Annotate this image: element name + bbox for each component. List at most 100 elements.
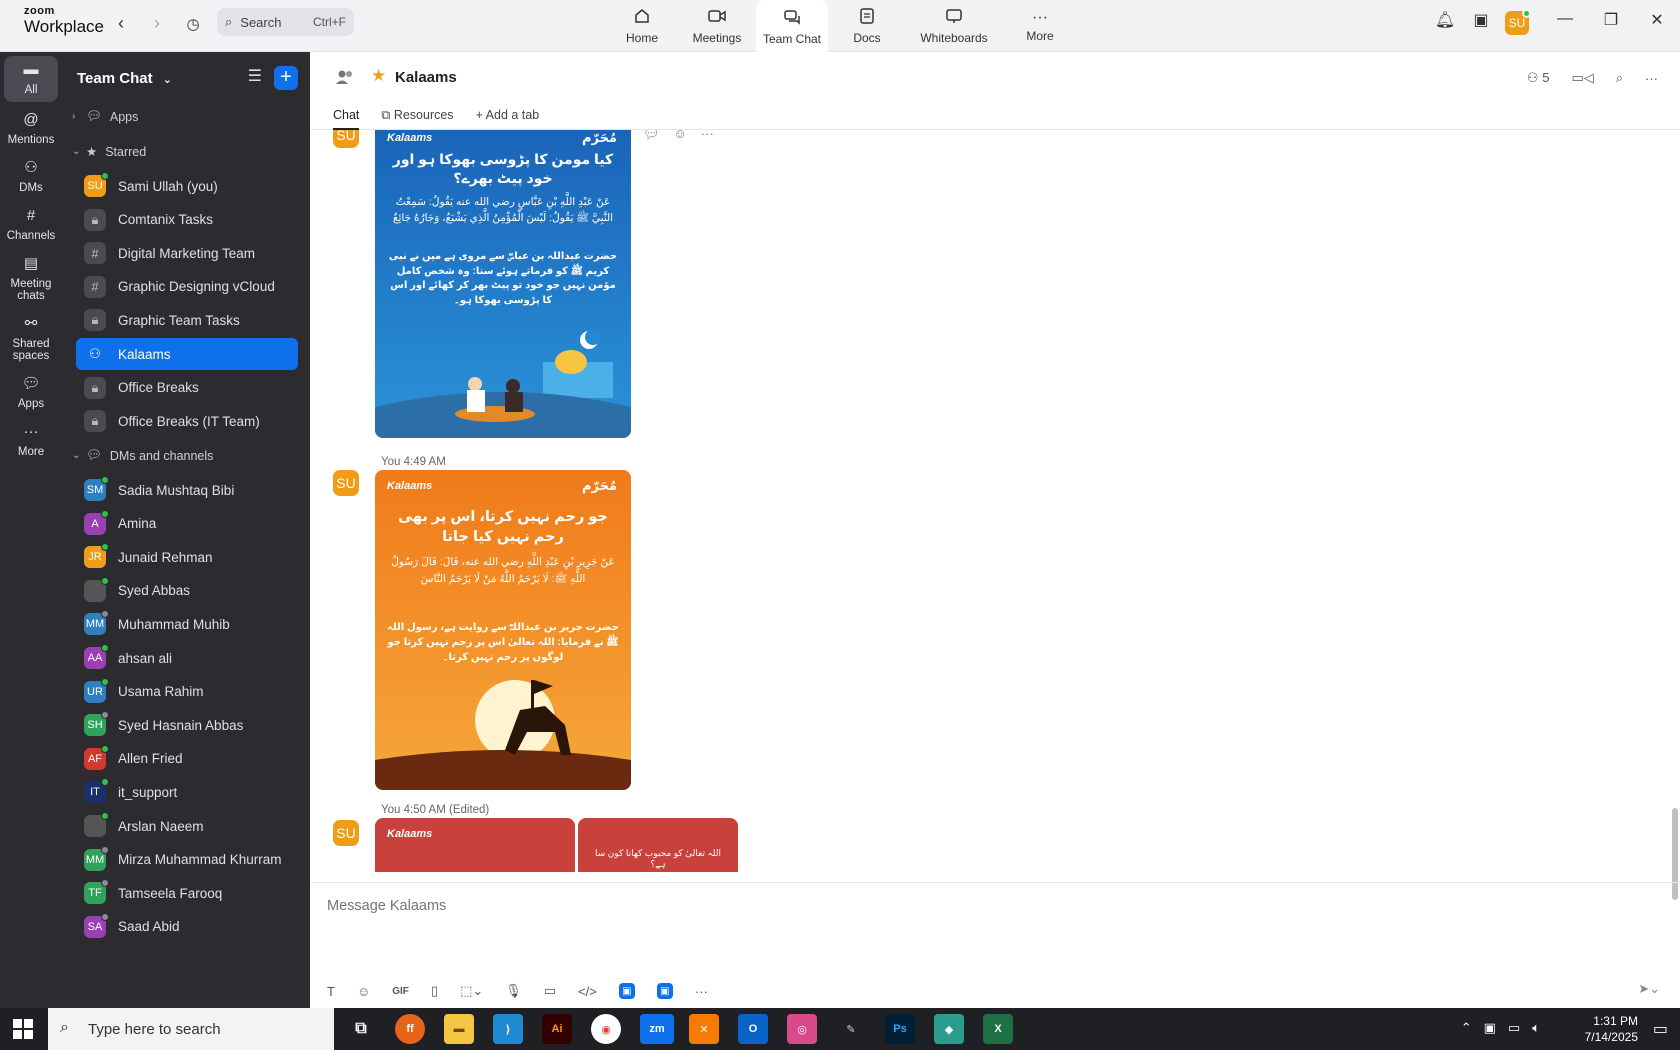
tab-team-chat[interactable]: Team Chat [756, 0, 828, 53]
taskbar-search[interactable]: ⌕ Type here to search [48, 1008, 334, 1050]
more-options-icon[interactable]: ··· [1645, 71, 1658, 86]
starred-item[interactable]: 🔒︎ Office Breaks (IT Team) [76, 405, 298, 437]
dm-item[interactable]: UR Usama Rahim [76, 676, 298, 708]
file-explorer-icon[interactable]: ▬ [444, 1014, 474, 1044]
reply-icon[interactable]: 💬︎ [643, 130, 660, 142]
creative-cloud-icon[interactable]: ◎ [787, 1014, 817, 1044]
user-avatar[interactable]: SU [1505, 9, 1531, 35]
search-icon[interactable]: ⌕ [1616, 70, 1623, 86]
starred-item[interactable]: SU Sami Ullah (you) [76, 170, 298, 202]
back-arrow-icon[interactable]: ‹ [110, 13, 132, 34]
section-starred[interactable]: ⌄ ★ Starred [72, 144, 146, 160]
rail-shared-spaces[interactable]: ⚯ Shared spaces [0, 315, 62, 363]
members-button[interactable]: ⚇ 5 [1527, 70, 1550, 86]
outlook-icon[interactable]: O [738, 1014, 768, 1044]
section-apps[interactable]: › 💬︎ Apps [72, 109, 138, 124]
zoom-icon[interactable]: zm [640, 1014, 674, 1044]
tab-meetings[interactable]: Meetings [688, 0, 746, 52]
dm-item[interactable]: MM Muhammad Muhib [76, 608, 298, 640]
minimize-icon[interactable]: — [1550, 10, 1580, 28]
excel-icon[interactable]: X [983, 1014, 1013, 1044]
rail-channels[interactable]: # Channels [0, 207, 62, 242]
taskbar-clock[interactable]: 1:31 PM 7/14/2025 [1585, 1013, 1638, 1045]
firefox-icon[interactable]: ff [395, 1014, 425, 1044]
tab-docs[interactable]: Docs [848, 0, 886, 52]
rail-meeting-chats[interactable]: ▤ Meeting chats [0, 255, 62, 303]
task-view-icon[interactable]: ⧉ [346, 1014, 376, 1044]
tray-icon[interactable]: ▣ [1484, 1020, 1496, 1036]
dm-item[interactable]: TF Tamseela Farooq [76, 877, 298, 909]
filter-icon[interactable]: ☰ [248, 66, 262, 90]
windows-start-icon[interactable] [13, 1019, 33, 1039]
tab-more[interactable]: ··· More [1020, 0, 1060, 52]
send-button[interactable]: ➤⌄ [1638, 981, 1660, 997]
emoji-icon[interactable]: ☺ [357, 984, 370, 999]
chrome-icon[interactable]: ◉ [591, 1014, 621, 1044]
search-box[interactable]: ⌕ Search Ctrl+F [217, 8, 354, 36]
dm-item[interactable]: MM Mirza Muhammad Khurram [76, 844, 298, 876]
network-icon[interactable]: ▭ [1508, 1020, 1520, 1036]
photoshop-icon[interactable]: Ps [885, 1014, 915, 1044]
screenshot-icon[interactable]: ⬚⌄ [460, 983, 483, 999]
rail-apps[interactable]: 💬︎ Apps [0, 375, 62, 410]
dm-item[interactable]: SM Sadia Mushtaq Bibi [76, 474, 298, 506]
calendar-icon[interactable]: ▣ [1466, 10, 1496, 30]
starred-item[interactable]: 🔒︎ Comtanix Tasks [76, 204, 298, 236]
app-icon[interactable]: ▣ [618, 983, 635, 999]
rail-all[interactable]: ▬ All [4, 56, 58, 103]
image-attachment[interactable]: Kalaams مُحَرّم کیا مومن کا پڑوسی بھوکا … [375, 130, 631, 438]
emoji-reaction-icon[interactable]: ☺ [674, 130, 687, 142]
code-snippet-icon[interactable]: </> [578, 984, 597, 999]
image-attachment[interactable]: Kalaams مُحَرّم جو رحم نہیں کرتا، اس پر … [375, 470, 631, 790]
dm-item[interactable]: Syed Abbas [76, 575, 298, 607]
tab-chat[interactable]: Chat [333, 108, 360, 130]
video-call-icon[interactable]: ▭◁ [1571, 70, 1593, 86]
rail-mentions[interactable]: @ Mentions [0, 111, 62, 146]
tab-add[interactable]: + Add a tab [476, 108, 540, 130]
section-dms-channels[interactable]: ⌄ 💬︎ DMs and channels [72, 448, 213, 463]
channel-title[interactable]: Kalaams [395, 69, 457, 86]
dm-item[interactable]: AA ahsan ali [76, 642, 298, 674]
rail-dms[interactable]: ⚇ DMs [0, 159, 62, 194]
new-chat-button[interactable]: + [274, 66, 298, 90]
rail-more[interactable]: ··· More [0, 423, 62, 458]
dm-item[interactable]: IT it_support [76, 776, 298, 808]
more-icon[interactable]: ··· [695, 984, 708, 999]
dm-item[interactable]: Arslan Naeem [76, 810, 298, 842]
dm-item[interactable]: SA Saad Abid [76, 911, 298, 943]
illustrator-icon[interactable]: Ai [542, 1014, 572, 1044]
video-message-icon[interactable]: ▭ [544, 983, 556, 999]
dm-item[interactable]: JR Junaid Rehman [76, 541, 298, 573]
starred-item[interactable]: 🔒︎ Office Breaks [76, 372, 298, 404]
volume-icon[interactable]: 🔈︎ [1532, 1020, 1540, 1036]
image-attachment[interactable]: Kalaams [375, 818, 575, 872]
starred-item[interactable]: 🔒︎ Graphic Team Tasks [76, 304, 298, 336]
tab-whiteboards[interactable]: Whiteboards [912, 0, 996, 52]
star-icon[interactable]: ★ [371, 66, 386, 86]
close-icon[interactable]: ✕ [1642, 10, 1672, 30]
image-attachment[interactable]: اللہ تعالیٰ کو محبوب کھانا کون سا ہے؟ [578, 818, 738, 872]
forward-arrow-icon[interactable]: › [146, 13, 168, 34]
dm-item[interactable]: A Amina [76, 508, 298, 540]
app-gem-icon[interactable]: ◆ [934, 1014, 964, 1044]
app-icon[interactable]: ▣ [656, 983, 673, 999]
starred-item[interactable]: # Digital Marketing Team [76, 237, 298, 269]
message-input[interactable] [327, 895, 927, 917]
file-icon[interactable]: ▯ [431, 983, 438, 999]
tab-resources[interactable]: ⧉ Resources [381, 108, 453, 130]
xampp-icon[interactable]: ✕ [689, 1014, 719, 1044]
starred-item[interactable]: ⚇ Kalaams [76, 338, 298, 370]
sidebar-title[interactable]: Team Chat ⌄ [77, 70, 172, 87]
microphone-icon[interactable]: 🎙︎ [505, 983, 522, 999]
chevron-up-icon[interactable]: ⌃ [1461, 1020, 1472, 1036]
bell-icon[interactable]: 🔔︎ [1430, 10, 1460, 30]
dm-item[interactable]: SH Syed Hasnain Abbas [76, 709, 298, 741]
restore-icon[interactable]: ❐ [1596, 10, 1626, 30]
vscode-icon[interactable]: ⟩ [493, 1014, 523, 1044]
more-icon[interactable]: ··· [701, 130, 714, 142]
dm-item[interactable]: AF Allen Fried [76, 743, 298, 775]
text-format-icon[interactable]: T [327, 984, 335, 999]
group-icon[interactable] [333, 66, 357, 88]
pen-tool-icon[interactable]: ✎ [836, 1014, 866, 1044]
history-icon[interactable]: ◷ [182, 15, 204, 33]
